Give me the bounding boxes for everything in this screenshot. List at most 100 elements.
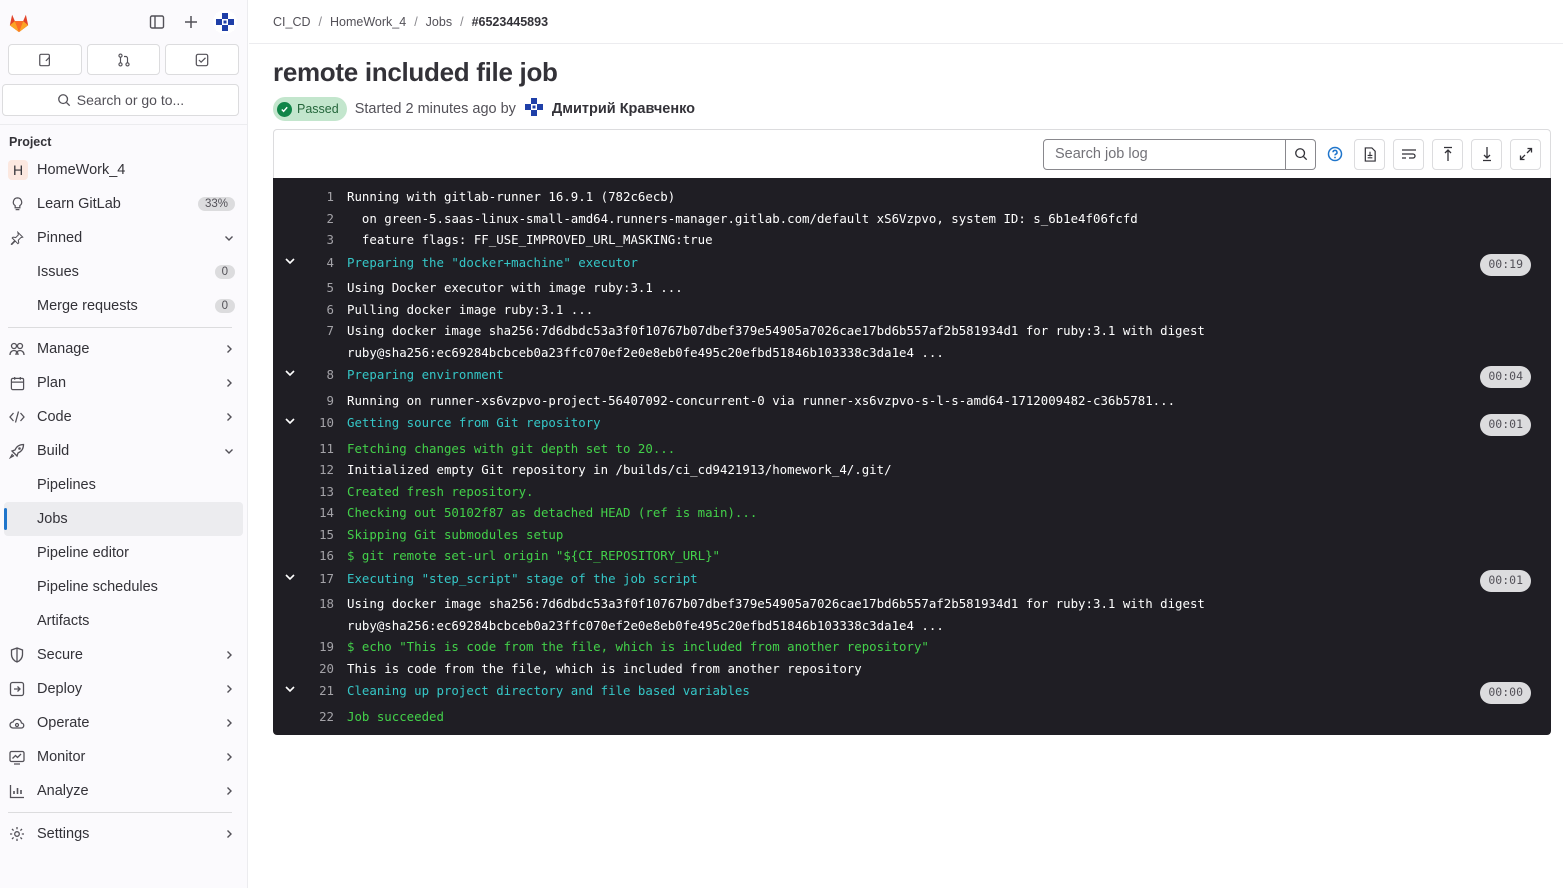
chevron-down-icon xyxy=(223,232,235,244)
log-text: Checking out 50102f87 as detached HEAD (… xyxy=(347,505,758,520)
line-number[interactable]: 5 xyxy=(307,277,334,299)
search-job-log-button[interactable] xyxy=(1286,138,1316,170)
sidebar-item-pipeline-schedules[interactable]: Pipeline schedules xyxy=(0,570,247,604)
log-section-header[interactable]: 21 Cleaning up project directory and file… xyxy=(273,680,1551,704)
sidebar-item-build[interactable]: Build xyxy=(0,434,247,468)
plus-icon[interactable] xyxy=(177,8,205,36)
log-section-header[interactable]: 8 Preparing environment 00:04 xyxy=(273,364,1551,388)
question-icon[interactable] xyxy=(1324,146,1346,162)
toggle-sidebar-icon[interactable] xyxy=(143,8,171,36)
author-avatar[interactable] xyxy=(522,95,546,123)
breadcrumb-item[interactable]: HomeWork_4 xyxy=(330,15,406,29)
breadcrumb-item[interactable]: Jobs xyxy=(426,15,452,29)
chevron-down-icon[interactable] xyxy=(273,252,307,267)
shield-icon xyxy=(8,646,26,664)
line-number[interactable]: 13 xyxy=(307,481,334,503)
sidebar-item-deploy[interactable]: Deploy xyxy=(0,672,247,706)
line-number[interactable]: 17 xyxy=(307,568,334,590)
calendar-icon xyxy=(8,374,26,392)
sidebar-item-code[interactable]: Code xyxy=(0,400,247,434)
sidebar-item-pipeline-editor[interactable]: Pipeline editor xyxy=(0,536,247,570)
line-number[interactable]: 12 xyxy=(307,459,334,481)
sidebar-nav: Project H HomeWork_4 Learn GitLab 33% Pi… xyxy=(0,124,247,851)
sidebar-item-pinned[interactable]: Pinned xyxy=(0,221,247,255)
sidebar-item-secure[interactable]: Secure xyxy=(0,638,247,672)
chevron-down-icon[interactable] xyxy=(273,568,307,583)
sidebar-item-issues[interactable]: Issues 0 xyxy=(0,255,247,289)
line-number[interactable]: 18 xyxy=(307,593,334,615)
log-line: 14 Checking out 50102f87 as detached HEAD… xyxy=(273,502,1551,524)
assigned-issues-button[interactable] xyxy=(8,44,82,75)
log-line: 1 Running with gitlab-runner 16.9.1 (782c… xyxy=(273,186,1551,208)
job-log-toolbar: Search job log xyxy=(273,129,1551,178)
sidebar-item-analyze[interactable]: Analyze xyxy=(0,774,247,808)
line-number[interactable]: 6 xyxy=(307,299,334,321)
author-name[interactable]: Дмитрий Кравченко xyxy=(552,101,695,117)
status-badge[interactable]: Passed xyxy=(273,97,347,121)
sidebar-item-learn-gitlab[interactable]: Learn GitLab 33% xyxy=(0,187,247,221)
line-number[interactable]: 8 xyxy=(307,364,334,386)
sidebar-item-pipelines[interactable]: Pipelines xyxy=(0,468,247,502)
log-text: feature flags: FF_USE_IMPROVED_URL_MASKI… xyxy=(347,232,713,247)
line-number[interactable]: 9 xyxy=(307,390,334,412)
sidebar-item-settings[interactable]: Settings xyxy=(0,817,247,851)
raw-log-button[interactable] xyxy=(1354,138,1385,170)
log-line: 11 Fetching changes with git depth set to… xyxy=(273,438,1551,460)
sidebar-count-buttons xyxy=(0,44,247,75)
line-number[interactable]: 20 xyxy=(307,658,334,680)
chevron-down-icon[interactable] xyxy=(273,364,307,379)
log-section-header[interactable]: 17 Executing "step_script" stage of the j… xyxy=(273,568,1551,592)
fullscreen-button[interactable] xyxy=(1510,138,1541,170)
chart-icon xyxy=(8,782,26,800)
log-section-header[interactable]: 10 Getting source from Git repository 00:0… xyxy=(273,412,1551,436)
breadcrumb-current[interactable]: #6523445893 xyxy=(472,15,548,29)
sidebar-top xyxy=(0,0,247,44)
log-text: Running on runner-xs6vzpvo-project-56407… xyxy=(347,392,1176,408)
breadcrumb-item[interactable]: CI_CD xyxy=(273,15,311,29)
sidebar-item-monitor[interactable]: Monitor xyxy=(0,740,247,774)
line-number[interactable]: 2 xyxy=(307,208,334,230)
line-number[interactable]: 10 xyxy=(307,412,334,434)
wrap-text-button[interactable] xyxy=(1393,138,1424,170)
line-number[interactable]: 22 xyxy=(307,706,334,728)
chevron-down-icon xyxy=(223,445,235,457)
line-number[interactable]: 15 xyxy=(307,524,334,546)
sidebar-item-project[interactable]: H HomeWork_4 xyxy=(0,153,247,187)
sidebar-item-merge-requests[interactable]: Merge requests 0 xyxy=(0,289,247,323)
todos-button[interactable] xyxy=(165,44,240,75)
scroll-to-top-button[interactable] xyxy=(1432,138,1463,170)
log-gutter xyxy=(273,502,307,505)
sidebar-item-plan[interactable]: Plan xyxy=(0,366,247,400)
line-number[interactable]: 14 xyxy=(307,502,334,524)
chevron-down-icon[interactable] xyxy=(273,412,307,427)
chevron-right-icon xyxy=(223,649,235,661)
line-number[interactable]: 4 xyxy=(307,252,334,274)
log-section-header[interactable]: 4 Preparing the "docker+machine" executor… xyxy=(273,252,1551,276)
log-text: This is code from the file, which is inc… xyxy=(347,660,862,676)
started-text: Started 2 minutes ago by xyxy=(354,101,516,117)
search-job-log-input[interactable]: Search job log xyxy=(1043,138,1286,170)
sidebar-item-jobs[interactable]: Jobs xyxy=(4,502,243,536)
job-log: 1 Running with gitlab-runner 16.9.1 (782c… xyxy=(273,178,1551,735)
line-number[interactable]: 1 xyxy=(307,186,334,208)
search-button[interactable]: Search or go to... xyxy=(2,84,239,116)
gitlab-logo-icon[interactable] xyxy=(8,12,29,33)
sidebar-item-artifacts[interactable]: Artifacts xyxy=(0,604,247,638)
sidebar-item-manage[interactable]: Manage xyxy=(0,332,247,366)
sidebar-item-operate[interactable]: Operate xyxy=(0,706,247,740)
log-text: Running with gitlab-runner 16.9.1 (782c6… xyxy=(347,189,676,204)
scroll-to-bottom-button[interactable] xyxy=(1471,138,1502,170)
line-number[interactable]: 7 xyxy=(307,320,334,342)
chevron-down-icon[interactable] xyxy=(273,680,307,695)
line-number[interactable]: 11 xyxy=(307,438,334,460)
log-gutter xyxy=(273,459,307,462)
user-avatar[interactable] xyxy=(211,8,239,36)
merge-requests-button[interactable] xyxy=(86,44,161,75)
line-number[interactable]: 19 xyxy=(307,636,334,658)
log-gutter xyxy=(273,658,307,661)
line-number[interactable]: 21 xyxy=(307,680,334,702)
line-number[interactable]: 16 xyxy=(307,545,334,567)
line-number[interactable]: 3 xyxy=(307,229,334,251)
log-line: 13 Created fresh repository. xyxy=(273,481,1551,503)
log-line: 19 $ echo "This is code from the file, wh… xyxy=(273,636,1551,658)
